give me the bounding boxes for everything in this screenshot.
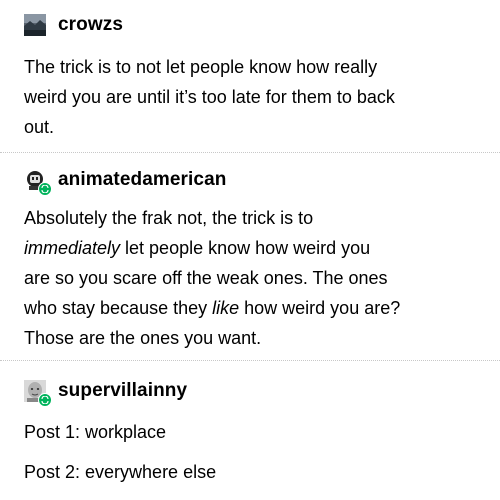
username[interactable]: crowzs — [58, 14, 123, 36]
post-text-line: Post 2: everywhere else — [24, 462, 217, 482]
avatar[interactable] — [24, 169, 52, 196]
post-text-line: Those are the ones you want. — [24, 328, 262, 348]
avatar[interactable] — [24, 380, 52, 407]
divider — [0, 360, 500, 361]
post-text-segment: how weird you are? — [239, 298, 401, 318]
reblog-icon — [38, 182, 52, 196]
post-text-line: weird you are until it’s too late for th… — [24, 87, 395, 107]
username[interactable]: animatedamerican — [58, 169, 226, 191]
post-text-segment: let people know how weird you — [120, 238, 371, 258]
post-text-segment: who stay because they — [24, 298, 213, 318]
post-header: supervillainny — [24, 378, 187, 407]
divider — [0, 152, 500, 153]
post-body: Absolutely the frak not, the trick is to… — [24, 203, 484, 353]
post-header: crowzs — [24, 12, 123, 38]
post-text-line: The trick is to not let people know how … — [24, 57, 378, 77]
post-text-line: are so you scare off the weak ones. The … — [24, 268, 388, 288]
post-text-line: Post 1: workplace — [24, 422, 167, 442]
emphasis-text: like — [212, 298, 240, 318]
post-text-line: who stay because they like how weird you… — [24, 293, 484, 323]
post-header: animatedamerican — [24, 167, 226, 196]
post-body: Post 1: workplace Post 2: everywhere els… — [24, 417, 484, 487]
reblog-icon — [38, 393, 52, 407]
avatar[interactable] — [24, 14, 46, 36]
username[interactable]: supervillainny — [58, 380, 187, 402]
post-text-line: Absolutely the frak not, the trick is to — [24, 208, 314, 228]
landscape-avatar-icon — [24, 14, 46, 36]
emphasis-text: immediately — [24, 238, 121, 258]
post-text-line: out. — [24, 117, 55, 137]
post-text-line: immediately let people know how weird yo… — [24, 233, 484, 263]
post-body: The trick is to not let people know how … — [24, 52, 484, 142]
